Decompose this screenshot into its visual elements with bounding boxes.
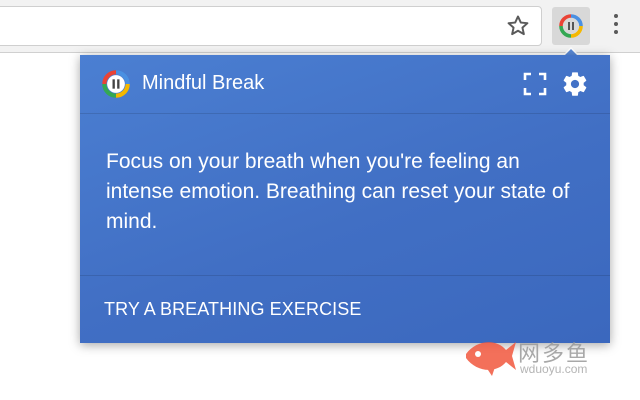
- app-title: Mindful Break: [142, 72, 265, 94]
- mindfulness-message: Focus on your breath when you're feeling…: [106, 150, 570, 233]
- footer-divider: [80, 275, 610, 276]
- mindful-break-logo-icon: [559, 14, 583, 38]
- mindful-break-popup: Mindful Break Focus on your breath when …: [80, 55, 610, 343]
- mindful-break-logo-icon: [102, 70, 130, 103]
- browser-toolbar: [0, 0, 640, 53]
- watermark-en-text: wduoyu.com: [520, 362, 588, 376]
- star-icon[interactable]: [505, 13, 531, 39]
- fullscreen-icon[interactable]: [523, 72, 547, 101]
- gear-icon[interactable]: [561, 70, 589, 103]
- vertical-dots-icon[interactable]: [608, 12, 624, 40]
- breathing-exercise-button[interactable]: TRY A BREATHING EXERCISE: [104, 299, 361, 320]
- fish-logo-icon: [466, 342, 516, 376]
- watermark: 网多鱼 wduoyu.com: [462, 334, 622, 380]
- address-bar[interactable]: [0, 6, 542, 46]
- popup-header: Mindful Break: [80, 55, 610, 114]
- mindful-break-extension-button[interactable]: [552, 7, 590, 45]
